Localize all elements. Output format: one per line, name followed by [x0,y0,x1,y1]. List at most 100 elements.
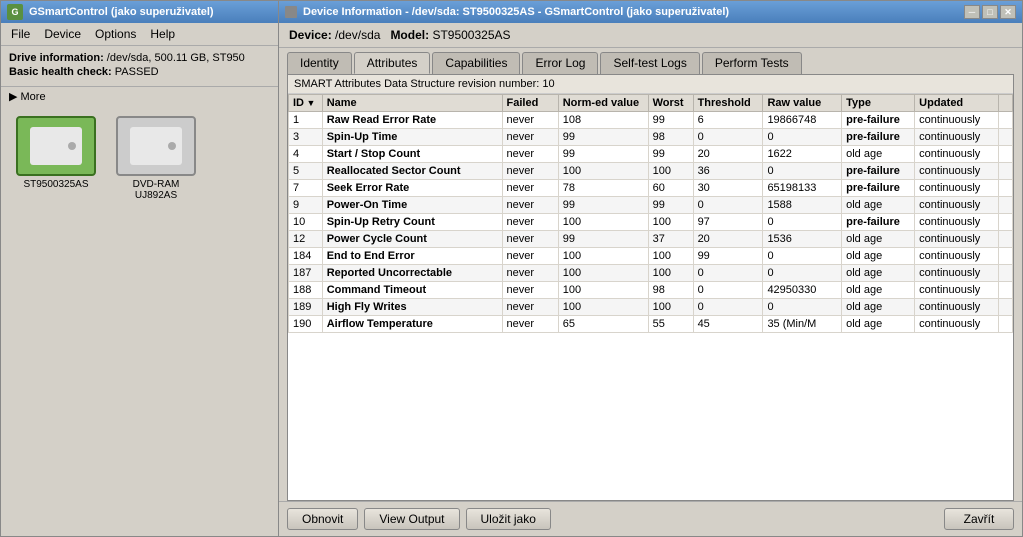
cell-raw: 0 [763,214,842,231]
maximize-button[interactable]: □ [982,5,998,19]
col-name[interactable]: Name [322,95,502,112]
col-id[interactable]: ID [289,95,323,112]
device-label: Device: [289,28,332,42]
cell-extra [999,299,1013,316]
cell-worst: 99 [648,197,693,214]
bottom-right: Zavřít [944,508,1014,530]
cell-updated: continuously [915,180,999,197]
col-failed[interactable]: Failed [502,95,558,112]
cell-type: pre-failure [842,163,915,180]
cell-updated: continuously [915,197,999,214]
cell-name: Spin-Up Time [322,129,502,146]
view-output-button[interactable]: View Output [364,508,459,530]
close-dialog-button[interactable]: Zavřít [944,508,1014,530]
cell-name: Reallocated Sector Count [322,163,502,180]
col-raw[interactable]: Raw value [763,95,842,112]
table-row[interactable]: 3 Spin-Up Time never 99 98 0 0 pre-failu… [289,129,1013,146]
cell-id: 184 [289,248,323,265]
cell-worst: 100 [648,214,693,231]
table-row[interactable]: 7 Seek Error Rate never 78 60 30 6519813… [289,180,1013,197]
tab-selftest-logs[interactable]: Self-test Logs [600,52,699,74]
cell-extra [999,248,1013,265]
menu-file[interactable]: File [5,25,36,43]
drive-icon-box-dvd[interactable] [116,116,196,176]
table-row[interactable]: 189 High Fly Writes never 100 100 0 0 ol… [289,299,1013,316]
table-subtitle: SMART Attributes Data Structure revision… [288,75,1013,94]
cell-id: 4 [289,146,323,163]
refresh-button[interactable]: Obnovit [287,508,358,530]
dialog-content: Device: /dev/sda Model: ST9500325AS Iden… [279,23,1022,536]
cell-type: pre-failure [842,180,915,197]
drive-icon-dvd[interactable]: DVD-RAM UJ892AS [111,116,201,201]
more-row[interactable]: ▶ More [1,87,279,106]
cell-norm: 100 [558,163,648,180]
table-row[interactable]: 5 Reallocated Sector Count never 100 100… [289,163,1013,180]
cell-raw: 19866748 [763,112,842,129]
cell-worst: 100 [648,248,693,265]
app-title: GSmartControl (jako superuživatel) [29,6,214,18]
cell-raw: 1536 [763,231,842,248]
minimize-button[interactable]: ─ [964,5,980,19]
cell-raw: 1622 [763,146,842,163]
cell-updated: continuously [915,231,999,248]
cell-threshold: 97 [693,214,763,231]
table-row[interactable]: 1 Raw Read Error Rate never 108 99 6 198… [289,112,1013,129]
table-row[interactable]: 184 End to End Error never 100 100 99 0 … [289,248,1013,265]
cell-failed: never [502,248,558,265]
cell-name: Power Cycle Count [322,231,502,248]
cell-id: 5 [289,163,323,180]
cell-type: pre-failure [842,214,915,231]
device-info-bar: Device: /dev/sda Model: ST9500325AS [279,23,1022,48]
drive-label-dvd: DVD-RAM UJ892AS [111,179,201,201]
cell-failed: never [502,265,558,282]
table-row[interactable]: 187 Reported Uncorrectable never 100 100… [289,265,1013,282]
cell-extra [999,129,1013,146]
menu-help[interactable]: Help [144,25,181,43]
cell-norm: 100 [558,248,648,265]
cell-updated: continuously [915,265,999,282]
cell-threshold: 0 [693,282,763,299]
cell-failed: never [502,129,558,146]
cell-threshold: 30 [693,180,763,197]
col-worst[interactable]: Worst [648,95,693,112]
drive-info-value: /dev/sda, 500.11 GB, ST950 [107,52,245,64]
menu-device[interactable]: Device [38,25,87,43]
cell-id: 3 [289,129,323,146]
table-scroll[interactable]: ID Name Failed Norm-ed value Worst Thres… [288,94,1013,500]
cell-norm: 99 [558,129,648,146]
cell-extra [999,180,1013,197]
tab-identity[interactable]: Identity [287,52,352,74]
cell-updated: continuously [915,146,999,163]
drive-icon-hdd[interactable]: ST9500325AS [11,116,101,201]
cell-type: old age [842,299,915,316]
cell-failed: never [502,299,558,316]
table-row[interactable]: 12 Power Cycle Count never 99 37 20 1536… [289,231,1013,248]
col-threshold[interactable]: Threshold [693,95,763,112]
drive-icon-box-hdd[interactable] [16,116,96,176]
col-updated[interactable]: Updated [915,95,999,112]
table-row[interactable]: 4 Start / Stop Count never 99 99 20 1622… [289,146,1013,163]
menu-options[interactable]: Options [89,25,142,43]
dialog-titlebar: Device Information - /dev/sda: ST9500325… [279,1,1022,23]
cell-worst: 99 [648,146,693,163]
cell-norm: 100 [558,299,648,316]
health-label: Basic health check: [9,66,112,78]
cell-norm: 99 [558,197,648,214]
tab-attributes[interactable]: Attributes [354,52,431,74]
close-button[interactable]: ✕ [1000,5,1016,19]
table-row[interactable]: 188 Command Timeout never 100 98 0 42950… [289,282,1013,299]
tab-perform-tests[interactable]: Perform Tests [702,52,802,74]
table-row[interactable]: 9 Power-On Time never 99 99 0 1588 old a… [289,197,1013,214]
col-norm[interactable]: Norm-ed value [558,95,648,112]
save-as-button[interactable]: Uložit jako [466,508,551,530]
tab-error-log[interactable]: Error Log [522,52,598,74]
cell-failed: never [502,163,558,180]
tab-capabilities[interactable]: Capabilities [432,52,520,74]
cell-name: Airflow Temperature [322,316,502,333]
table-row[interactable]: 10 Spin-Up Retry Count never 100 100 97 … [289,214,1013,231]
cell-updated: continuously [915,248,999,265]
cell-norm: 108 [558,112,648,129]
col-type[interactable]: Type [842,95,915,112]
table-row[interactable]: 190 Airflow Temperature never 65 55 45 3… [289,316,1013,333]
hdd-shape [30,127,82,165]
